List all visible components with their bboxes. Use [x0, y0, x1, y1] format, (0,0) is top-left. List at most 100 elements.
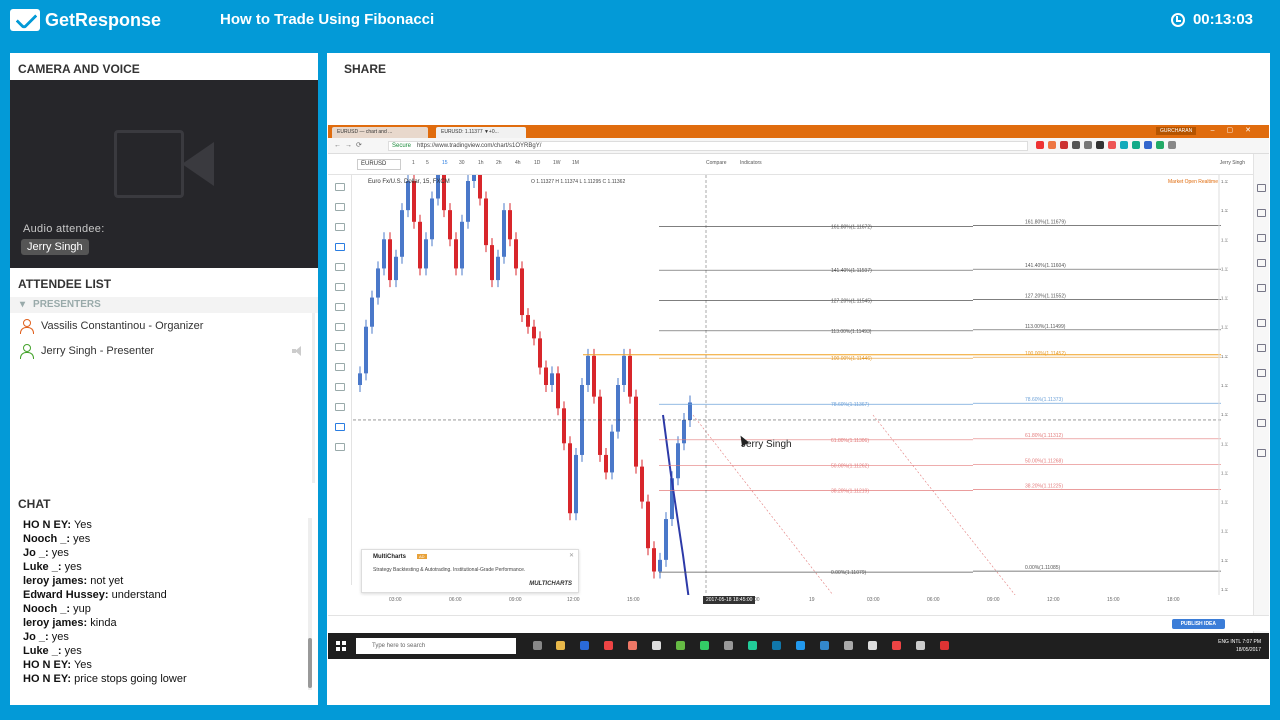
compare-button[interactable]: Compare — [706, 160, 727, 166]
timeframe-button[interactable]: 1M — [572, 160, 579, 166]
extension-icon[interactable] — [1036, 141, 1044, 149]
extension-icon[interactable] — [1108, 141, 1116, 149]
notes-icon[interactable] — [1257, 394, 1266, 402]
pattern-tool-icon[interactable] — [335, 283, 345, 291]
chat-user: Luke _: — [23, 645, 62, 657]
candle-body — [490, 245, 494, 281]
publish-idea-button[interactable]: PUBLISH IDEA — [1171, 619, 1225, 629]
close-icon[interactable]: ✕ — [569, 552, 574, 559]
alarm-icon[interactable] — [1257, 209, 1266, 217]
chat-scrollbar-thumb[interactable] — [308, 638, 312, 688]
calendar-icon[interactable] — [1257, 259, 1266, 267]
window-controls[interactable]: –▢✕ — [1211, 126, 1263, 134]
mail-icon[interactable] — [652, 641, 661, 650]
time-label: 03:00 — [389, 597, 402, 603]
task-view-icon[interactable] — [533, 641, 542, 650]
extension-icon[interactable] — [1120, 141, 1128, 149]
chat-message: Luke _: yes — [23, 560, 303, 574]
skype-icon[interactable] — [796, 641, 805, 650]
people-icon[interactable] — [1257, 344, 1266, 352]
idea-icon[interactable] — [1257, 284, 1266, 292]
windows-taskbar: Type here to search ENG INTL 7:07 PM 18/… — [328, 633, 1269, 659]
app-icon[interactable] — [772, 641, 781, 650]
candle-body — [634, 396, 638, 467]
brush-tool-icon[interactable] — [335, 243, 345, 251]
browser-tab[interactable]: EURUSD — chart and ... — [332, 127, 428, 138]
extension-icon[interactable] — [1156, 141, 1164, 149]
price-chart[interactable]: 161.80%(1.11672) 161.80%(1.11679) 141.40%(… — [353, 175, 1228, 595]
url-field[interactable]: Secure https://www.tradingview.com/chart/… — [388, 141, 1028, 151]
measure-tool-icon[interactable] — [335, 303, 345, 311]
timeframe-button[interactable]: 4h — [515, 160, 521, 166]
app-icon[interactable] — [868, 641, 877, 650]
timeframe-button[interactable]: 1W — [553, 160, 561, 166]
nav-buttons[interactable]: ←→⟳ — [334, 141, 366, 149]
search-icon[interactable] — [1257, 184, 1266, 192]
text-tool-icon[interactable] — [335, 263, 345, 271]
app-icon[interactable] — [844, 641, 853, 650]
telegram-icon[interactable] — [820, 641, 829, 650]
timeframe-button[interactable]: 5 — [426, 160, 429, 166]
help-icon[interactable] — [1257, 449, 1266, 457]
browser-tab[interactable]: EURUSD: 1.11377 ▼+0... — [436, 127, 526, 138]
trendline-tool-icon[interactable] — [335, 203, 345, 211]
taskbar-search[interactable]: Type here to search — [356, 638, 516, 654]
whatsapp-icon[interactable] — [700, 641, 709, 650]
calendar-icon[interactable] — [1257, 419, 1266, 427]
attendee-row[interactable]: Vassilis Constantinou - Organizer — [10, 315, 310, 337]
file-explorer-icon[interactable] — [556, 641, 565, 650]
attendee-row[interactable]: Jerry Singh - Presenter — [10, 340, 310, 362]
presenters-group-header[interactable]: ▾ PRESENTERS — [10, 297, 318, 313]
chrome-icon[interactable] — [892, 641, 901, 650]
chrome-icon[interactable] — [604, 641, 613, 650]
extension-icon[interactable] — [1096, 141, 1104, 149]
symbol-search[interactable]: EURUSD — [357, 159, 401, 170]
eye-tool-icon[interactable] — [335, 403, 345, 411]
speaker-icon[interactable] — [292, 346, 304, 356]
app-icon[interactable] — [916, 641, 925, 650]
powerpoint-icon[interactable] — [940, 641, 949, 650]
timeframe-button[interactable]: 1D — [534, 160, 540, 166]
link-tool-icon[interactable] — [335, 423, 345, 431]
delete-tool-icon[interactable] — [335, 443, 345, 451]
lock-tool-icon[interactable] — [335, 383, 345, 391]
windows-start-icon[interactable] — [336, 641, 346, 651]
system-tray[interactable]: ENG INTL 7:07 PM 18/05/2017 — [1218, 638, 1261, 654]
stream-icon[interactable] — [1257, 369, 1266, 377]
audio-attendee-name: Jerry Singh — [21, 239, 89, 255]
extension-icon[interactable] — [1132, 141, 1140, 149]
timeframe-button[interactable]: 2h — [496, 160, 502, 166]
app-icon[interactable] — [724, 641, 733, 650]
extension-icon[interactable] — [1048, 141, 1056, 149]
chat-user: Jo _: — [23, 547, 49, 559]
chat-icon[interactable] — [1257, 319, 1266, 327]
cursor-tool-icon[interactable] — [335, 183, 345, 191]
fib-tool-icon[interactable] — [335, 223, 345, 231]
watchlist-icon[interactable] — [1257, 234, 1266, 242]
app-icon[interactable] — [748, 641, 757, 650]
ad-popup[interactable]: MultiCharts AD ✕ Strategy Backtesting & … — [361, 549, 579, 593]
chat-text: price stops going lower — [74, 673, 187, 685]
browser-user-badge[interactable]: GURCHARAN — [1156, 127, 1197, 135]
candle-body — [376, 268, 380, 298]
extension-icon[interactable] — [1144, 141, 1152, 149]
remove-tool-icon[interactable] — [335, 323, 345, 331]
user-menu[interactable]: Jerry Singh — [1220, 160, 1245, 166]
extension-icon[interactable] — [1168, 141, 1176, 149]
extension-icon[interactable] — [1072, 141, 1080, 149]
zoom-tool-icon[interactable] — [335, 343, 345, 351]
timeframe-button[interactable]: 30 — [459, 160, 465, 166]
attendee-scrollbar[interactable] — [312, 313, 315, 483]
app-icon[interactable] — [676, 641, 685, 650]
fib-level-label: 100.00%(1.11446) — [831, 356, 872, 362]
dropbox-icon[interactable] — [580, 641, 589, 650]
timeframe-button[interactable]: 1h — [478, 160, 484, 166]
extension-icon[interactable] — [1084, 141, 1092, 149]
extension-icon[interactable] — [1060, 141, 1068, 149]
magnet-tool-icon[interactable] — [335, 363, 345, 371]
timeframe-button[interactable]: 15 — [442, 160, 448, 166]
indicators-button[interactable]: Indicators — [740, 160, 762, 166]
timeframe-button[interactable]: 1 — [412, 160, 415, 166]
chart-canvas[interactable]: 161.80%(1.11672) 161.80%(1.11679) 141.40%(… — [353, 175, 1228, 595]
firefox-icon[interactable] — [628, 641, 637, 650]
